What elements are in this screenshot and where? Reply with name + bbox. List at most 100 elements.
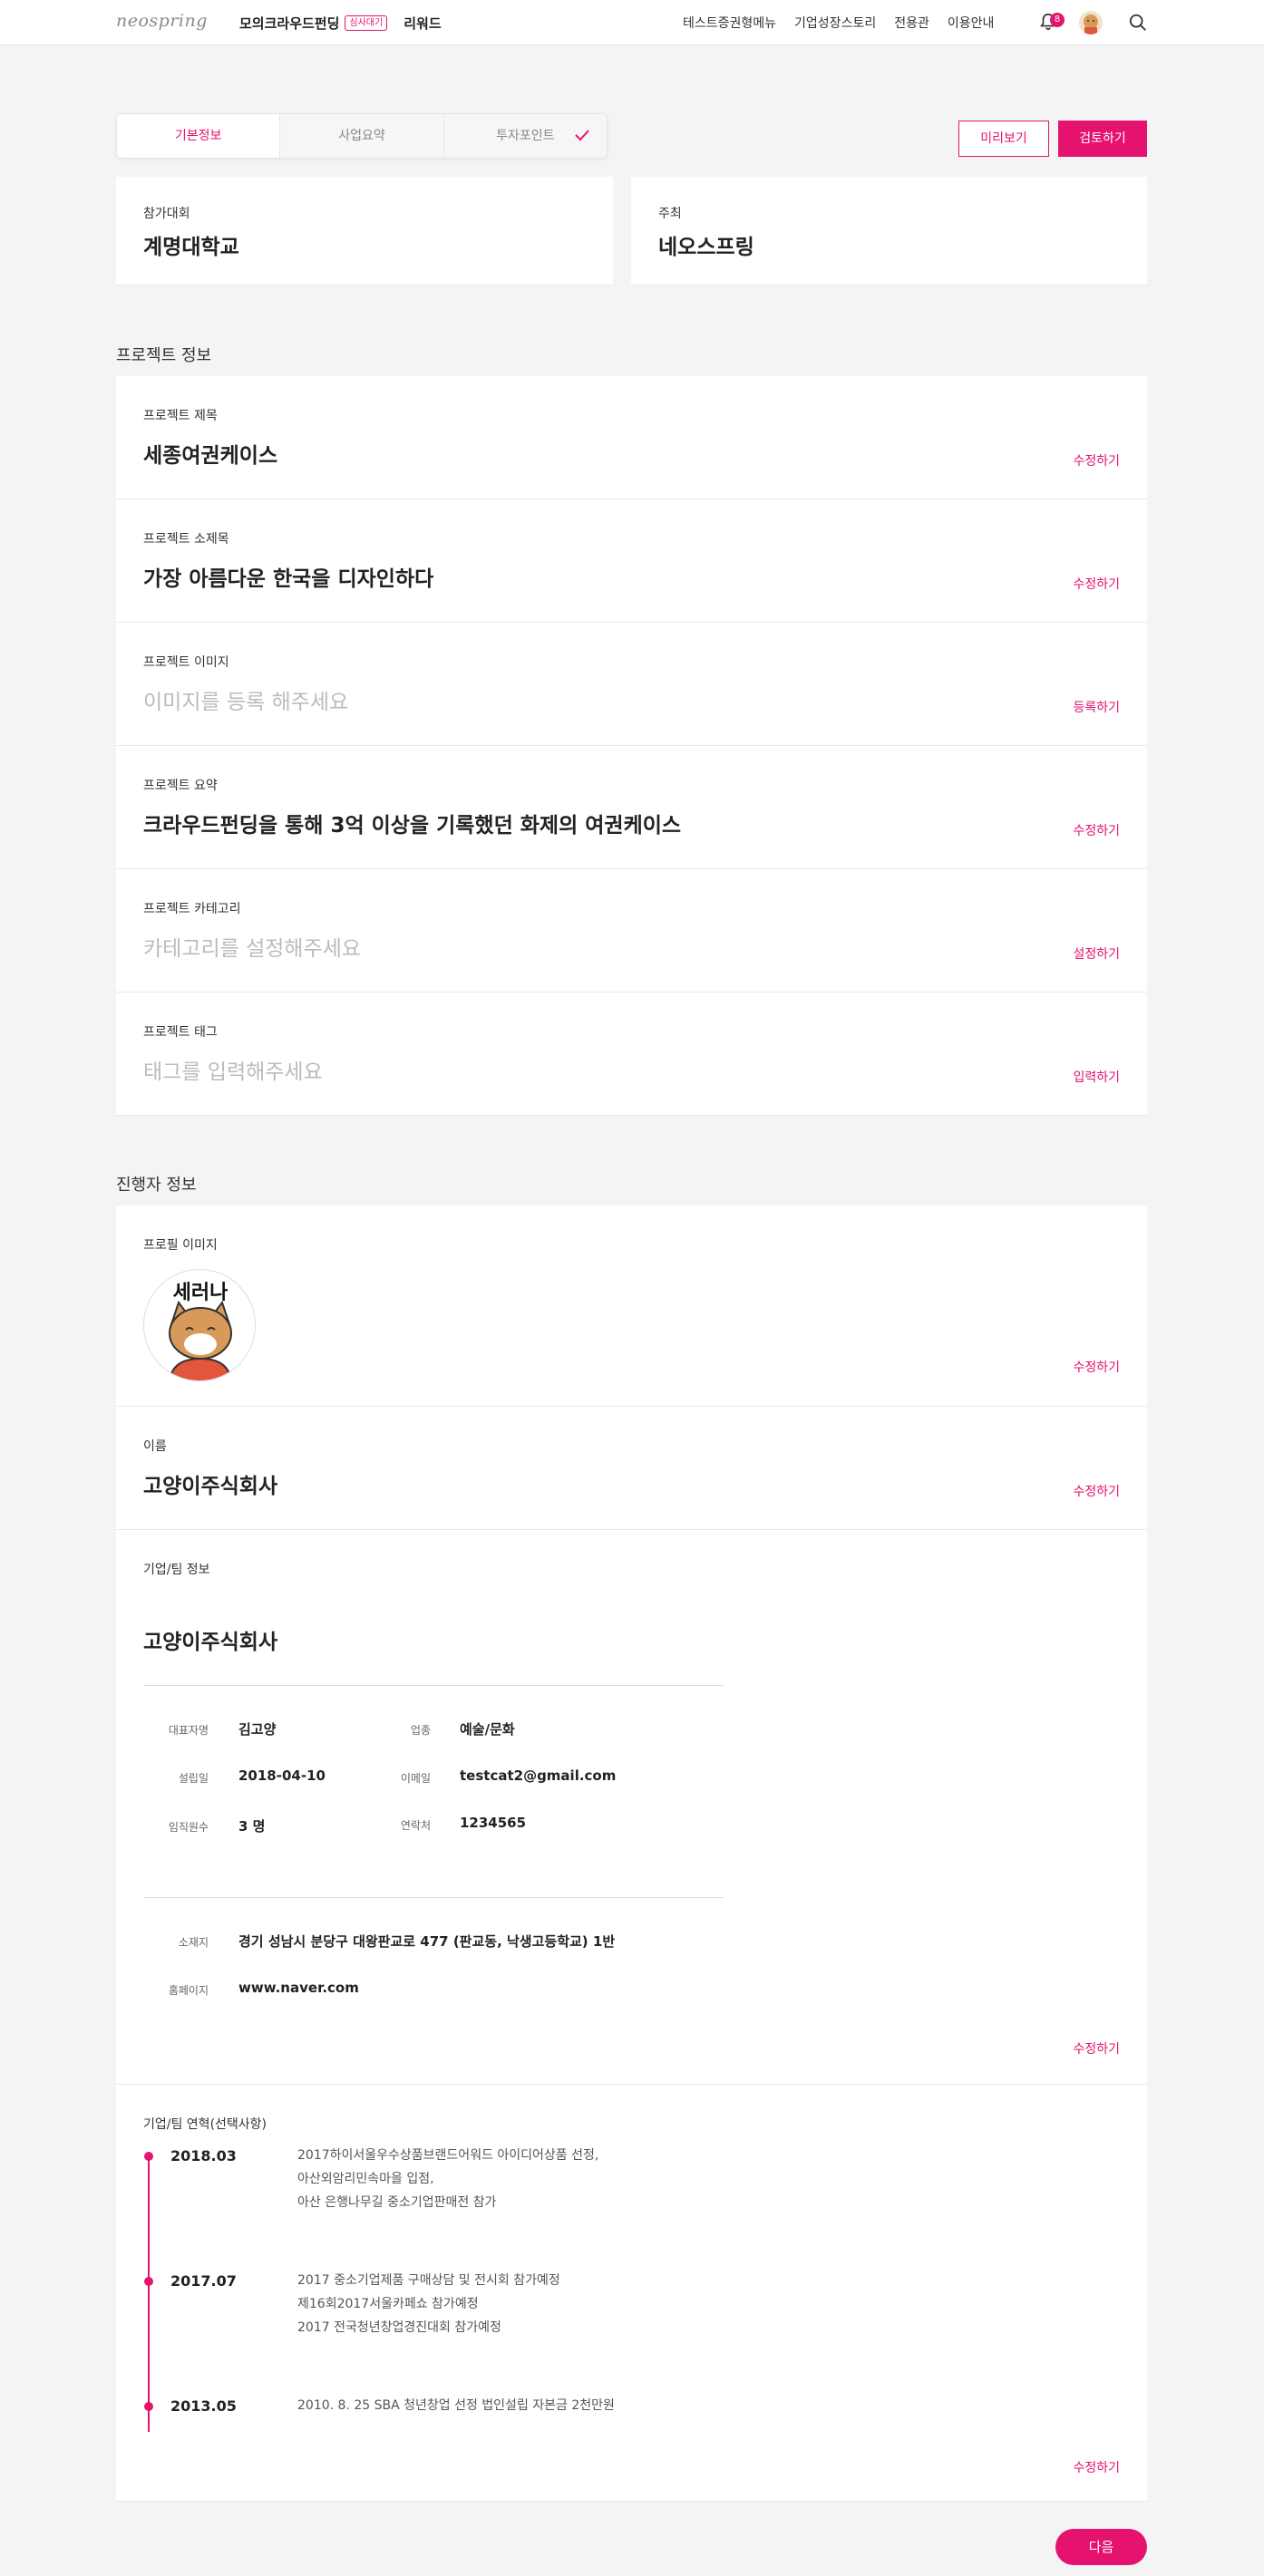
contest-label: 참가대회 <box>143 207 190 221</box>
field-label: 프로젝트 제목 <box>143 409 218 423</box>
project-summary-row: 프로젝트 요약 크라우드펀딩을 통해 3억 이상을 기록했던 화제의 여권케이스… <box>116 746 1147 869</box>
address-value: 경기 성남시 분당구 대왕판교로 477 (판교동, 낙생고등학교) 1반 <box>238 1933 616 1950</box>
tab-basic-info[interactable]: 기본정보 <box>117 114 280 158</box>
phone-label: 연락처 <box>400 1819 431 1832</box>
field-value: 가장 아름다운 한국을 디자인하다 <box>143 567 434 591</box>
edit-button[interactable]: 수정하기 <box>1073 2458 1120 2476</box>
company-info-row: 기업/팀 정보 고양이주식회사 수정하기 <box>116 1530 1147 2085</box>
field-label: 프로필 이미지 <box>143 1238 218 1253</box>
review-button[interactable]: 검토하기 <box>1058 121 1147 157</box>
edit-button[interactable]: 수정하기 <box>1073 575 1120 593</box>
divider <box>143 1897 724 1898</box>
nav-reward[interactable]: 리워드 <box>404 14 441 33</box>
industry-label: 업종 <box>410 1724 431 1737</box>
field-label: 기업/팀 연혁(선택사항) <box>143 2117 267 2132</box>
history-line: 2017하이서울우수상품브랜드어워드 아이디어상품 선정, <box>297 2148 599 2163</box>
history-year: 2017.07 <box>170 2272 237 2290</box>
nav-test-securities[interactable]: 테스트증권형메뉴 <box>683 14 776 32</box>
global-nav: 모의크라우드펀딩 심사대기 리워드 <box>239 14 442 33</box>
homepage-value[interactable]: www.naver.com <box>238 1980 359 1996</box>
nav-exclusive-hall[interactable]: 전용관 <box>894 14 929 32</box>
next-button[interactable]: 다음 <box>1055 2529 1147 2565</box>
field-value: 고양이주식회사 <box>143 1475 278 1498</box>
history-line: 2017 전국청년창업경진대회 참가예정 <box>297 2320 501 2335</box>
status-badge: 심사대기 <box>345 15 388 31</box>
history-line: 제16회2017서울카페쇼 참가예정 <box>297 2297 479 2311</box>
ceo-label: 대표자명 <box>168 1724 209 1737</box>
cat-illustration-icon: 세러나 <box>169 1282 232 1380</box>
step-tabs: 기본정보 사업요약 투자포인트 <box>116 113 608 159</box>
history-line: 아산외암리민속마을 입점, <box>297 2172 434 2186</box>
nav-growth-story[interactable]: 기업성장스토리 <box>794 14 876 32</box>
timeline-line <box>148 2155 150 2432</box>
user-avatar[interactable] <box>1079 11 1103 34</box>
founded-label: 설립일 <box>178 1772 209 1785</box>
history-line: 아산 은행나무길 중소기업판매전 참가 <box>297 2195 497 2210</box>
tab-investment-points[interactable]: 투자포인트 <box>442 114 607 158</box>
host-card: 주최 네오스프링 <box>631 177 1147 286</box>
field-label: 이름 <box>143 1439 167 1454</box>
email-label: 이메일 <box>400 1772 431 1785</box>
field-value: 크라우드펀딩을 통해 3억 이상을 기록했던 화제의 여권케이스 <box>143 814 682 838</box>
email-value: testcat2@gmail.com <box>460 1767 617 1784</box>
history-year: 2018.03 <box>170 2147 237 2164</box>
field-label: 프로젝트 요약 <box>143 779 218 793</box>
project-image-row: 프로젝트 이미지 이미지를 등록 해주세요 등록하기 <box>116 623 1147 746</box>
history-desc: 2017 중소기업제품 구매상담 및 전시회 참가예정 제16회2017서울카페… <box>297 2269 560 2339</box>
project-category-row: 프로젝트 카테고리 카테고리를 설정해주세요 설정하기 <box>116 869 1147 993</box>
contest-value: 계명대학교 <box>143 236 239 259</box>
company-name: 고양이주식회사 <box>143 1631 278 1654</box>
project-tag-row: 프로젝트 태그 태그를 입력해주세요 입력하기 <box>116 993 1147 1116</box>
company-history-row: 기업/팀 연혁(선택사항) 수정하기 <box>116 2085 1147 2502</box>
user-avatar-icon <box>1084 15 1098 34</box>
input-button[interactable]: 입력하기 <box>1073 1068 1120 1086</box>
nav-mock-crowdfunding[interactable]: 모의크라우드펀딩 <box>239 14 339 33</box>
check-icon <box>575 130 589 141</box>
field-label: 프로젝트 이미지 <box>143 655 229 670</box>
edit-button[interactable]: 수정하기 <box>1073 1358 1120 1376</box>
edit-button[interactable]: 수정하기 <box>1073 451 1120 470</box>
history-desc: 2010. 8. 25 SBA 청년창업 선정 법인설립 자본금 2천만원 <box>297 2394 615 2417</box>
register-button[interactable]: 등록하기 <box>1073 698 1120 716</box>
staff-value: 3 명 <box>238 1818 266 1835</box>
field-label: 기업/팀 정보 <box>143 1563 210 1577</box>
project-title-row: 프로젝트 제목 세종여권케이스 수정하기 <box>116 376 1147 499</box>
set-button[interactable]: 설정하기 <box>1073 944 1120 963</box>
search-icon[interactable] <box>1128 13 1148 33</box>
tab-business-summary[interactable]: 사업요약 <box>279 114 443 158</box>
phone-value: 1234565 <box>460 1815 527 1831</box>
homepage-label: 홈페이지 <box>168 1984 209 1997</box>
host-label: 주최 <box>658 207 682 221</box>
contest-card: 참가대회 계명대학교 <box>116 177 613 286</box>
top-navigation-bar: neospring 모의크라우드펀딩 심사대기 리워드 테스트증권형메뉴 기업성… <box>0 0 1264 45</box>
neospring-logo[interactable]: neospring <box>116 11 208 31</box>
industry-value: 예술/문화 <box>460 1721 515 1738</box>
ceo-value: 김고양 <box>238 1721 277 1738</box>
field-placeholder: 이미지를 등록 해주세요 <box>143 691 349 714</box>
profile-image-text: 세러나 <box>173 1282 228 1304</box>
field-placeholder: 태그를 입력해주세요 <box>143 1060 323 1084</box>
field-placeholder: 카테고리를 설정해주세요 <box>143 937 362 961</box>
nav-guide[interactable]: 이용안내 <box>948 14 995 32</box>
edit-button[interactable]: 수정하기 <box>1073 821 1120 839</box>
timeline-dot <box>144 2152 153 2161</box>
project-subtitle-row: 프로젝트 소제목 가장 아름다운 한국을 디자인하다 수정하기 <box>116 499 1147 623</box>
field-label: 프로젝트 카테고리 <box>143 902 241 916</box>
name-row: 이름 고양이주식회사 수정하기 <box>116 1407 1147 1530</box>
field-label: 프로젝트 태그 <box>143 1025 218 1040</box>
utility-nav: 테스트증권형메뉴 기업성장스토리 전용관 이용안내 <box>665 14 994 32</box>
divider <box>143 1685 724 1686</box>
founded-value: 2018-04-10 <box>238 1767 326 1784</box>
field-value: 세종여권케이스 <box>143 444 278 468</box>
profile-image-row: 프로필 이미지 세러나 수정하기 <box>116 1206 1147 1407</box>
notification-count: 8 <box>1050 13 1065 27</box>
project-section-title: 프로젝트 정보 <box>116 346 212 365</box>
preview-button[interactable]: 미리보기 <box>958 121 1049 157</box>
history-line: 2010. 8. 25 SBA 청년창업 선정 법인설립 자본금 2천만원 <box>297 2398 615 2413</box>
tab-investment-points-label: 투자포인트 <box>496 129 555 143</box>
host-value: 네오스프링 <box>658 236 754 259</box>
edit-button[interactable]: 수정하기 <box>1073 2039 1120 2058</box>
edit-button[interactable]: 수정하기 <box>1073 1482 1120 1500</box>
profile-image: 세러나 <box>143 1269 256 1381</box>
field-label: 프로젝트 소제목 <box>143 532 229 547</box>
